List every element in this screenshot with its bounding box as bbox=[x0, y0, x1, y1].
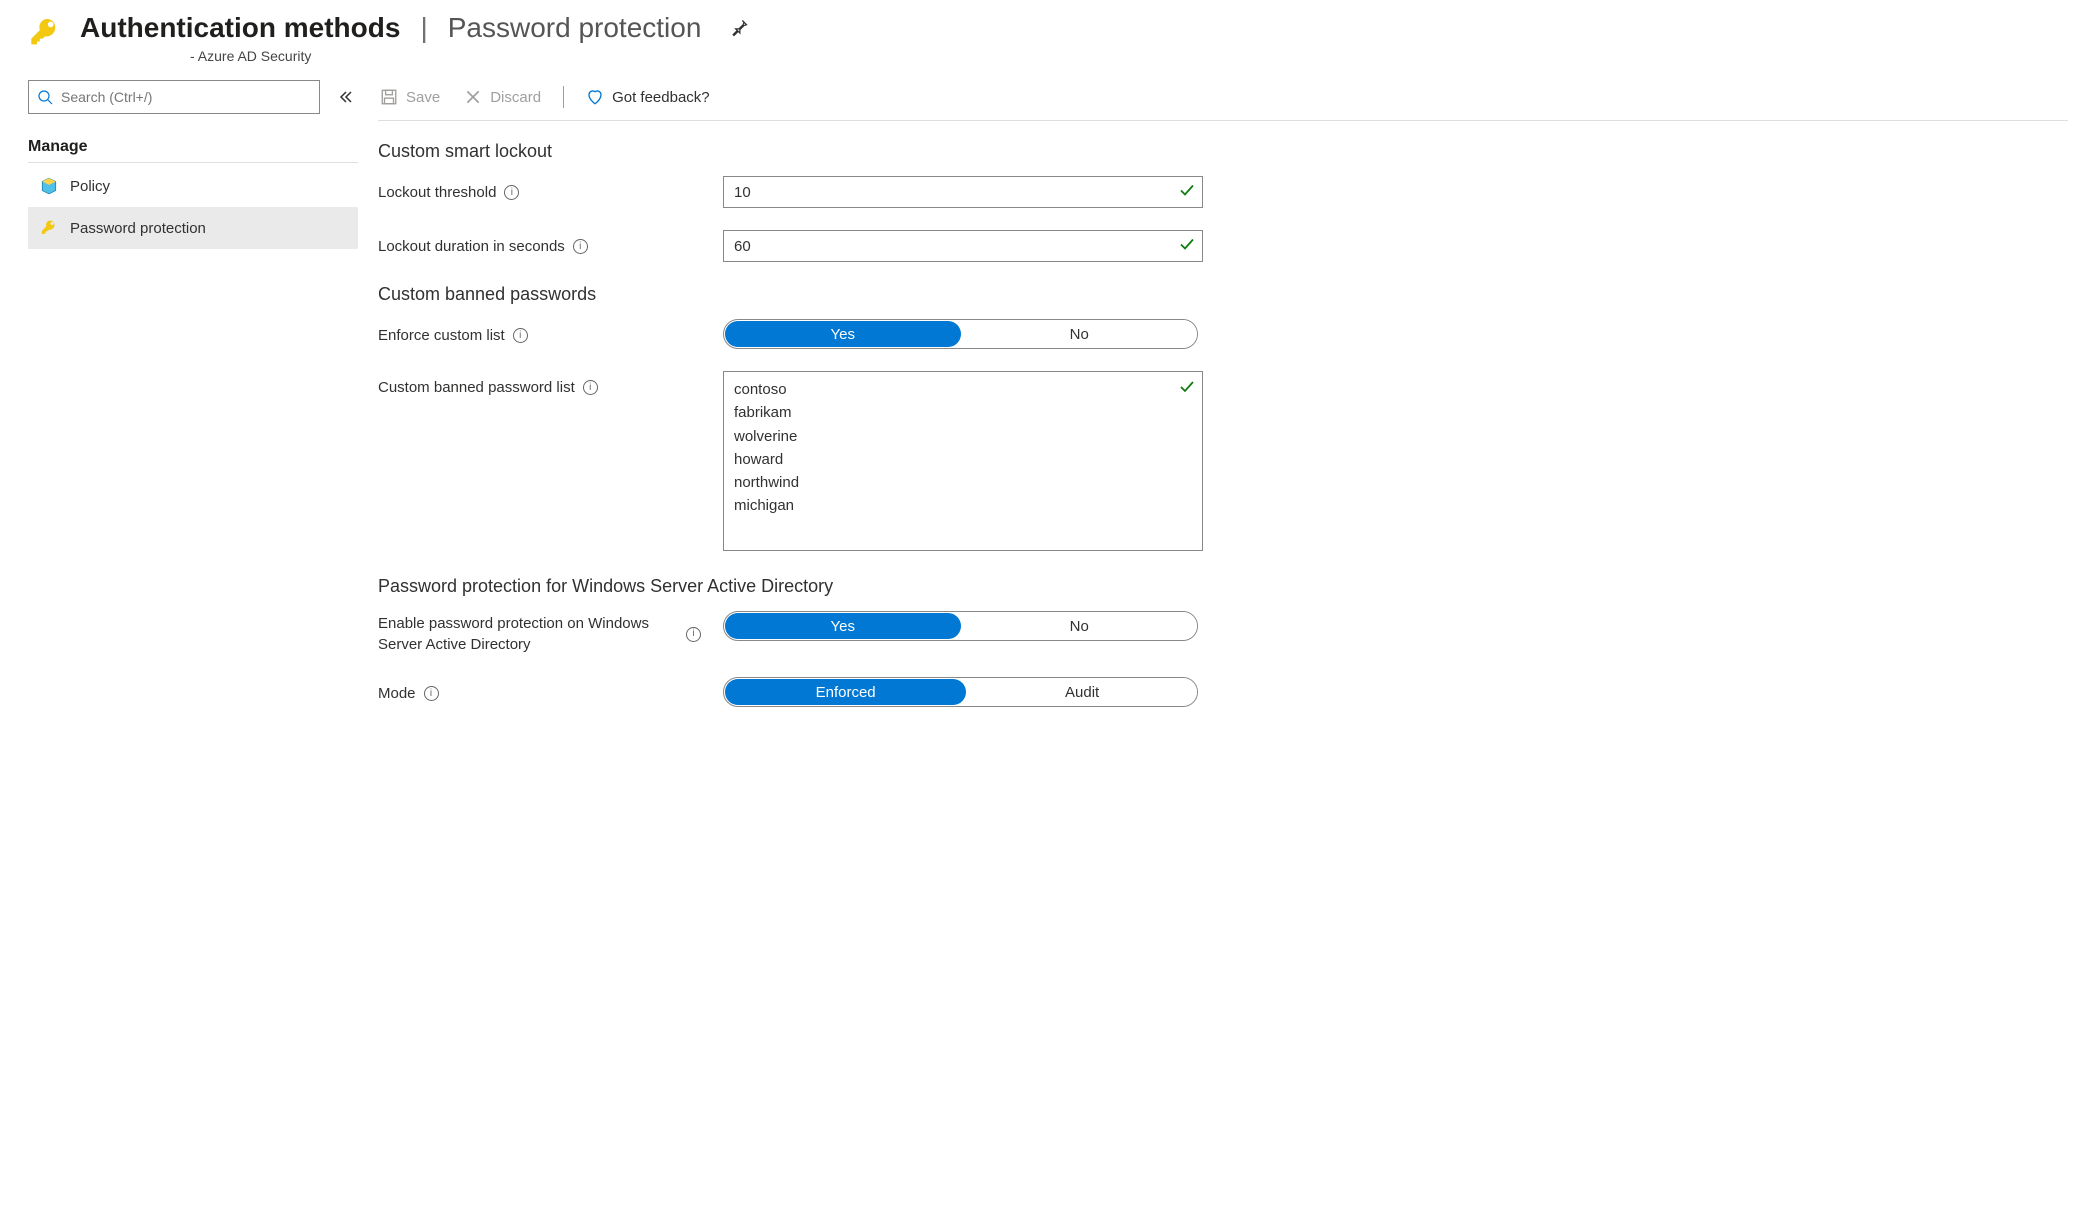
info-icon[interactable]: i bbox=[513, 328, 528, 343]
banned-list-label: Custom banned password list bbox=[378, 377, 575, 398]
key-icon bbox=[40, 219, 58, 237]
banned-password-list-input[interactable] bbox=[723, 371, 1203, 551]
mode-audit-button[interactable]: Audit bbox=[967, 678, 1197, 706]
save-label: Save bbox=[406, 89, 440, 106]
search-input[interactable] bbox=[53, 89, 311, 105]
page-header: Authentication methods | Password protec… bbox=[28, 12, 2068, 64]
check-icon bbox=[1179, 379, 1195, 398]
heart-icon bbox=[586, 88, 604, 106]
info-icon[interactable]: i bbox=[424, 686, 439, 701]
pin-icon bbox=[729, 18, 749, 38]
sidebar-item-password-protection[interactable]: Password protection bbox=[28, 207, 358, 249]
sidebar-section-manage: Manage bbox=[28, 132, 358, 163]
mode-toggle: Enforced Audit bbox=[723, 677, 1198, 707]
save-icon bbox=[380, 88, 398, 106]
title-light: Password protection bbox=[448, 12, 702, 44]
discard-button[interactable]: Discard bbox=[462, 84, 543, 110]
title-separator: | bbox=[414, 12, 433, 44]
enable-winsrv-label: Enable password protection on Windows Se… bbox=[378, 613, 678, 655]
info-icon[interactable]: i bbox=[583, 380, 598, 395]
info-icon[interactable]: i bbox=[686, 627, 701, 642]
lockout-threshold-input[interactable] bbox=[723, 176, 1203, 208]
sidebar: Manage Policy Password protection bbox=[28, 80, 358, 729]
section-custom-banned-passwords: Custom banned passwords bbox=[378, 284, 2068, 305]
lockout-threshold-label: Lockout threshold bbox=[378, 182, 496, 203]
discard-label: Discard bbox=[490, 89, 541, 106]
check-icon bbox=[1179, 183, 1195, 202]
policy-icon bbox=[40, 177, 58, 195]
enforce-no-button[interactable]: No bbox=[962, 320, 1198, 348]
info-icon[interactable]: i bbox=[504, 185, 519, 200]
mode-label: Mode bbox=[378, 683, 416, 704]
enforce-yes-button[interactable]: Yes bbox=[725, 321, 961, 347]
page-title: Authentication methods | Password protec… bbox=[80, 12, 2068, 44]
enforce-custom-list-label: Enforce custom list bbox=[378, 325, 505, 346]
pin-button[interactable] bbox=[723, 12, 755, 44]
lockout-duration-label: Lockout duration in seconds bbox=[378, 236, 565, 257]
sidebar-item-policy[interactable]: Policy bbox=[28, 165, 358, 207]
lockout-duration-input[interactable] bbox=[723, 230, 1203, 262]
section-windows-server-ad: Password protection for Windows Server A… bbox=[378, 576, 2068, 597]
enforce-custom-list-toggle: Yes No bbox=[723, 319, 1198, 349]
enable-winsrv-yes-button[interactable]: Yes bbox=[725, 613, 961, 639]
page-subtitle: - Azure AD Security bbox=[80, 48, 2068, 64]
info-icon[interactable]: i bbox=[573, 239, 588, 254]
close-icon bbox=[464, 88, 482, 106]
enable-winsrv-no-button[interactable]: No bbox=[962, 612, 1198, 640]
main-content: Save Discard Got feedback? Custom smart … bbox=[378, 80, 2068, 729]
action-bar: Save Discard Got feedback? bbox=[378, 80, 2068, 121]
enable-winsrv-toggle: Yes No bbox=[723, 611, 1198, 641]
feedback-button[interactable]: Got feedback? bbox=[584, 84, 712, 110]
search-icon bbox=[37, 89, 53, 105]
sidebar-item-label: Password protection bbox=[70, 220, 206, 237]
check-icon bbox=[1179, 237, 1195, 256]
search-box[interactable] bbox=[28, 80, 320, 114]
feedback-label: Got feedback? bbox=[612, 89, 710, 106]
title-strong: Authentication methods bbox=[80, 12, 400, 44]
collapse-sidebar-button[interactable] bbox=[334, 85, 358, 109]
divider bbox=[563, 86, 564, 108]
sidebar-item-label: Policy bbox=[70, 178, 110, 195]
chevron-double-left-icon bbox=[338, 89, 354, 105]
section-custom-smart-lockout: Custom smart lockout bbox=[378, 141, 2068, 162]
mode-enforced-button[interactable]: Enforced bbox=[725, 679, 966, 705]
key-icon bbox=[28, 16, 62, 50]
save-button[interactable]: Save bbox=[378, 84, 442, 110]
